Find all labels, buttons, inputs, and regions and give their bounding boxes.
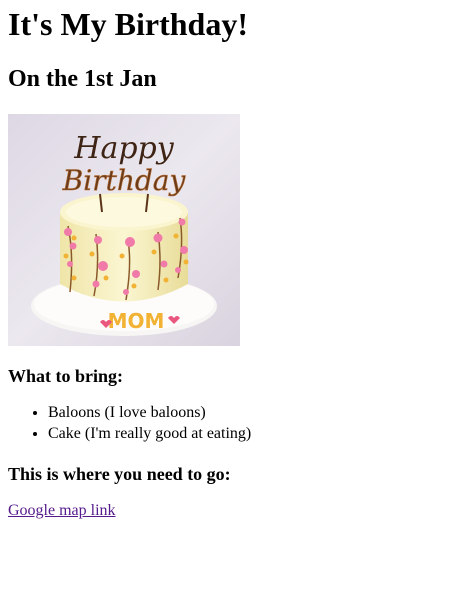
directions-heading: This is where you need to go:: [8, 464, 231, 484]
bring-list: Baloons (I love baloons) Cake (I'm reall…: [8, 402, 463, 444]
event-date: On the 1st Jan: [8, 66, 157, 92]
page-title: It's My Birthday!: [8, 6, 248, 42]
bring-item-cake: Cake (I'm really good at eating): [48, 423, 463, 444]
cake-mom-text: MOM: [108, 309, 165, 333]
topper-happy-text: Happy: [73, 131, 174, 166]
topper-birthday-text: Birthday: [62, 164, 187, 197]
birthday-cake-image: Happy Birthday MOM: [8, 114, 240, 346]
what-to-bring-heading: What to bring:: [8, 366, 124, 386]
bring-item-balloons: Baloons (I love baloons): [48, 402, 463, 423]
google-map-link[interactable]: Google map link: [8, 500, 116, 522]
page: It's My Birthday! On the 1st Jan Happy B…: [0, 0, 471, 522]
